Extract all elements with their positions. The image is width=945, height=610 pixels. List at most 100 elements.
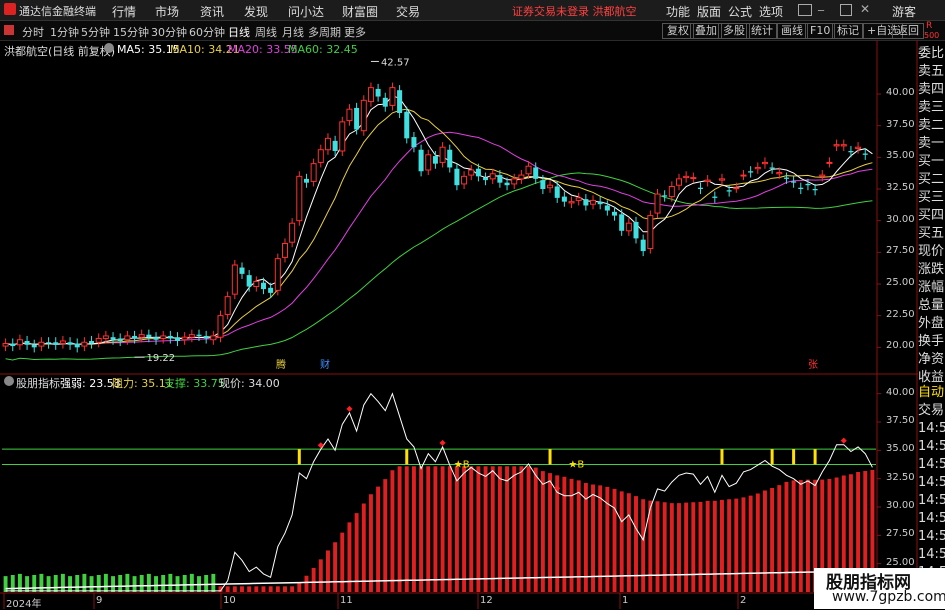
quote-tab-item[interactable]: 买五 — [918, 225, 945, 243]
period-5min[interactable]: 5分钟 — [81, 24, 110, 40]
quote-tab-item[interactable]: 涨幅 — [918, 279, 945, 297]
menu-item-jiaoyi[interactable]: 交易 — [396, 3, 420, 20]
period-daily[interactable]: 日线 — [228, 24, 250, 40]
main-ytick-label: 30.00 — [886, 213, 915, 225]
sub-ytick-label: 32.50 — [886, 471, 915, 483]
candle-body — [647, 215, 654, 250]
quote-tab-item[interactable]: 净资 — [918, 351, 945, 369]
period-15min[interactable]: 15分钟 — [113, 24, 149, 40]
quote-tab-item[interactable]: 换手 — [918, 333, 945, 351]
candle-body — [81, 341, 88, 347]
trade-time-item[interactable]: 14:56 — [918, 492, 945, 510]
chart-menu-icon[interactable] — [4, 25, 14, 35]
candle-body — [540, 180, 546, 189]
ma10-line — [5, 108, 873, 346]
trade-time-item[interactable]: 14:56 — [918, 456, 945, 474]
menu-item-zixun[interactable]: 资讯 — [200, 3, 224, 20]
menu-item-xuanxiang[interactable]: 选项 — [759, 3, 783, 20]
quote-tab-item[interactable]: 买三 — [918, 189, 945, 207]
menu-item-shichang[interactable]: 市场 — [155, 3, 179, 20]
candle-body — [138, 334, 145, 338]
period-multi[interactable]: 多周期 — [308, 24, 341, 40]
tongji-button[interactable]: 统计 — [746, 23, 778, 39]
trade-time-item[interactable]: 14:56 — [918, 420, 945, 438]
quote-tab-item[interactable]: 卖四 — [918, 81, 945, 99]
candle-body — [625, 222, 632, 232]
quote-tab-item[interactable]: 买二 — [918, 171, 945, 189]
auto-tab[interactable]: 自动 — [918, 384, 945, 402]
trade-time-item[interactable]: 14:56 — [918, 438, 945, 456]
menu-item-gongshi[interactable]: 公式 — [728, 3, 752, 20]
huaxian-button[interactable]: 画线 — [776, 23, 808, 39]
period-weekly[interactable]: 周线 — [255, 24, 277, 40]
sub-ytick-label: 37.50 — [886, 415, 915, 426]
candle-body — [461, 175, 468, 185]
menu-item-faxian[interactable]: 发现 — [244, 3, 268, 20]
xaxis-label: 10 — [223, 595, 236, 606]
candle-body — [454, 168, 460, 186]
candle-body — [346, 108, 353, 122]
period-1min[interactable]: 1分钟 — [50, 24, 79, 40]
quote-tab-item[interactable]: 委比 — [918, 45, 945, 63]
candle-body — [483, 177, 489, 181]
candle-body — [324, 137, 331, 151]
event-marker: 张 — [808, 359, 818, 371]
period-monthly[interactable]: 月线 — [282, 24, 304, 40]
price-chart[interactable]: ★B ★B 42.57 19.22 腾 财 张 — [0, 40, 918, 609]
menu-item-gongneng[interactable]: 功能 — [666, 3, 690, 20]
quote-tab-item[interactable]: 买一 — [918, 153, 945, 171]
maximize-icon[interactable] — [840, 4, 852, 16]
menu-item-hangqing[interactable]: 行情 — [112, 3, 136, 20]
quote-tab-item[interactable]: 总量 — [918, 297, 945, 315]
candle-body — [397, 90, 403, 113]
candle-body — [24, 341, 30, 345]
candle-body — [110, 337, 116, 340]
menu-item-caifuquan[interactable]: 财富圈 — [342, 3, 378, 20]
guest-label[interactable]: 游客 — [892, 3, 916, 20]
period-30min[interactable]: 30分钟 — [151, 24, 187, 40]
main-ytick-label: 35.00 — [886, 150, 915, 162]
candle-body — [354, 107, 360, 130]
window-restore-icon[interactable] — [798, 4, 812, 16]
candle-body — [274, 258, 281, 291]
trade-time-item[interactable]: 14:56 — [918, 528, 945, 546]
back-button[interactable]: 返回 — [892, 23, 924, 39]
candle-body — [102, 335, 109, 339]
quote-tab-item[interactable]: 买四 — [918, 207, 945, 225]
quote-tab-item[interactable]: 卖三 — [918, 99, 945, 117]
quote-tab-item[interactable]: 现价 — [918, 243, 945, 261]
period-fenshi[interactable]: 分时 — [22, 24, 44, 40]
candle-body — [468, 169, 475, 176]
quote-tab-item[interactable]: 卖二 — [918, 117, 945, 135]
candle-body — [840, 144, 847, 147]
trade-time-item[interactable]: 14:56 — [918, 546, 945, 564]
f10-button[interactable]: F10 — [805, 23, 836, 39]
trade-time-item[interactable]: 14:56 — [918, 474, 945, 492]
biaoji-button[interactable]: 标记 — [832, 23, 864, 39]
candle-body — [683, 175, 690, 179]
candle-body — [812, 189, 818, 191]
candle-body — [662, 195, 668, 197]
trade-tab[interactable]: 交易 — [918, 402, 945, 420]
period-60min[interactable]: 60分钟 — [189, 24, 225, 40]
trade-time-item[interactable]: 14:56 — [918, 510, 945, 528]
candle-body — [640, 239, 646, 252]
xaxis-label: 2 — [740, 595, 747, 606]
candle-body — [181, 336, 188, 341]
ma60-line — [5, 172, 873, 361]
candle-body — [153, 337, 159, 340]
quote-tab-item[interactable]: 卖一 — [918, 135, 945, 153]
quote-tab-item[interactable]: 外盘 — [918, 315, 945, 333]
candle-body — [196, 334, 202, 336]
quote-tab-item[interactable]: 卖五 — [918, 63, 945, 81]
candle-body — [590, 199, 597, 205]
candle-body — [260, 282, 266, 290]
right-corner-r: R — [926, 21, 933, 31]
sub-ytick-label: 27.50 — [886, 528, 915, 540]
menu-item-wenxiaoda[interactable]: 问小达 — [288, 3, 324, 20]
close-icon[interactable]: ✕ — [860, 2, 870, 16]
period-more[interactable]: 更多 — [344, 24, 366, 40]
quote-tab-item[interactable]: 涨跌 — [918, 261, 945, 279]
menu-item-banmian[interactable]: 版面 — [697, 3, 721, 20]
minimize-icon[interactable]: ─ — [818, 6, 824, 17]
